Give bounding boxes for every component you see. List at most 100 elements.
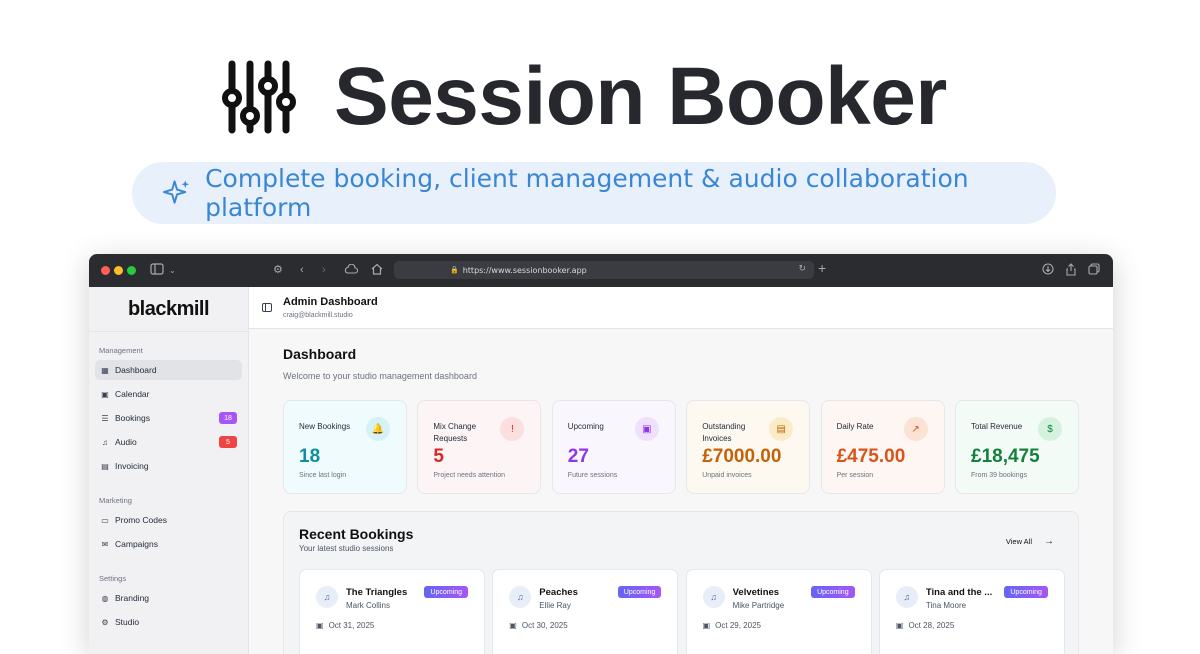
sidebar-item-label: Branding [115,593,150,603]
address-bar[interactable]: 🔒 https://www.sessionbooker.app ↻ [394,261,814,279]
stat-note: Future sessions [567,472,618,479]
stat-note: Per session [836,472,874,479]
sidebar-section-settings: Settings [99,574,127,583]
sidebar-item-bookings[interactable]: ☰ Bookings 18 [95,408,242,428]
booking-date-row: ▣ Oct 29, 2025 [703,621,761,630]
browser-toolbar: ⌄ ⚙ ‹ › 🔒 https://www.sessionbooker.app … [89,254,1113,287]
sidebar-item-label: Promo Codes [115,515,167,525]
close-window-button[interactable] [101,266,110,275]
music-icon: ♫ [702,586,725,608]
sidebar-section-management: Management [99,346,143,355]
panel-toggle-icon[interactable] [262,303,272,312]
booking-card[interactable]: ♫ Velvetines Mike Partridge Upcoming ▣ Oct 29… [685,569,872,654]
brand-logo[interactable]: blackmill [89,287,248,332]
stat-card[interactable]: Mix Change Requests! 5 Project needs atten… [417,400,542,494]
status-badge: Upcoming [617,586,662,598]
booking-date: Oct 29, 2025 [715,621,761,630]
sidebar-item-label: Audio [115,437,137,447]
music-icon: ♫ [895,586,918,608]
dollar-icon: $ [1038,417,1062,441]
home-icon[interactable] [371,263,383,275]
share-icon[interactable] [1065,263,1077,276]
hero-title-row: Session Booker [222,51,947,142]
header-user-email: craig@blackmill.studio [283,312,353,319]
hero-title: Session Booker [334,51,947,142]
gear-icon[interactable]: ⚙ [273,263,283,277]
booking-client: Mike Partridge [732,601,785,610]
header-title: Admin Dashboard [283,296,378,308]
cloud-icon[interactable] [344,264,358,274]
booking-client: Tina Moore [925,601,967,610]
page-subtitle: Welcome to your studio management dashbo… [283,371,477,381]
forward-icon[interactable]: › [322,263,326,277]
tabs-overview-icon[interactable] [1088,263,1100,275]
sidebar-item-label: Bookings [115,413,150,423]
sidebar-item-calendar[interactable]: ▣ Calendar [95,384,242,404]
stat-value: £475.00 [836,446,906,467]
booking-artist: The Triangles [346,587,408,598]
booking-date-row: ▣ Oct 30, 2025 [509,621,567,630]
stat-card[interactable]: Daily Rate ↗ £475.00 Per session [820,400,945,494]
chevron-down-icon[interactable]: ⌄ [169,264,176,278]
sidebar-toggle-icon[interactable] [150,263,164,275]
stat-label: Mix Change Requests [433,422,477,443]
stat-card[interactable]: New Bookings 🔔 18 Since last login [283,400,407,494]
sidebar-item-studio[interactable]: ⚙ Studio [95,612,242,632]
booking-artist: Peaches [539,587,578,598]
document-icon: ▤ [101,461,109,471]
calendar-icon: ▣ [101,389,109,399]
stat-card[interactable]: Upcoming ▣ 27 Future sessions [551,400,676,494]
page-title: Dashboard [283,346,357,362]
stat-note: Unpaid invoices [702,472,752,479]
booking-date-row: ▣ Oct 31, 2025 [316,621,374,630]
calendar-icon: ▣ [702,621,711,630]
sidebar-item-label: Campaigns [115,539,158,549]
stat-value: 5 [433,446,444,467]
calendar-icon: ▣ [509,621,517,630]
sidebar-section-marketing: Marketing [99,496,132,505]
booking-date: Oct 31, 2025 [328,621,375,630]
sidebar-item-audio[interactable]: ♫ Audio 5 [95,432,242,452]
sparkle-icon [162,180,190,204]
new-tab-icon[interactable]: + [818,261,826,275]
browser-window: ⌄ ⚙ ‹ › 🔒 https://www.sessionbooker.app … [89,254,1113,654]
view-all-button[interactable]: View All → [1006,536,1054,547]
mail-icon: ✉ [101,539,109,549]
view-all-label: View All [1005,537,1032,546]
sidebar: blackmill Management ▦ Dashboard ▣ Calen… [89,287,249,654]
gear-icon: ⚙ [101,617,109,627]
sidebar-item-promo-codes[interactable]: ▭ Promo Codes [95,510,242,530]
booking-date: Oct 30, 2025 [521,621,568,630]
back-icon[interactable]: ‹ [300,263,304,277]
calendar-icon: ▣ [895,621,904,630]
booking-card[interactable]: ♫ Peaches Ellie Ray Upcoming ▣ Oct 30, 2025 [492,569,679,654]
booking-card[interactable]: ♫ Tina and the ... Tina Moore Upcoming ▣ Oct … [878,569,1065,654]
stat-value: £7000.00 [702,446,782,467]
reload-icon[interactable]: ↻ [798,264,806,274]
minimize-window-button[interactable] [114,266,123,275]
sidebar-item-dashboard[interactable]: ▦ Dashboard [95,360,242,380]
alert-icon: ! [500,417,525,441]
sidebar-item-label: Calendar [115,389,150,399]
stat-card[interactable]: Outstanding Invoices ▤ £7000.00 Unpaid invo… [686,400,811,494]
booking-card[interactable]: ♫ The Triangles Mark Collins Upcoming ▣ Oct 3… [299,569,485,654]
booking-date-row: ▣ Oct 28, 2025 [896,621,954,630]
stat-value: 18 [299,446,321,467]
download-icon[interactable] [1042,263,1054,275]
status-badge: Upcoming [424,586,468,598]
lock-icon: 🔒 [450,266,459,274]
sidebar-item-branding[interactable]: ◍ Branding [95,588,242,608]
stat-value: £18,475 [971,446,1040,467]
sidebar-item-invoicing[interactable]: ▤ Invoicing [95,456,242,476]
sidebar-item-label: Studio [115,617,140,627]
booking-client: Ellie Ray [539,601,571,610]
stat-label: Upcoming [567,422,604,431]
tagline-text: Complete booking, client management & au… [205,164,969,222]
stat-card[interactable]: Total Revenue $ £18,475 From 39 bookings [955,400,1079,494]
booking-artist: Velvetines [732,587,780,598]
maximize-window-button[interactable] [127,266,136,275]
stat-note: From 39 bookings [971,472,1028,479]
sidebar-item-campaigns[interactable]: ✉ Campaigns [95,534,242,554]
status-badge: Upcoming [811,586,855,598]
list-icon: ☰ [101,413,109,423]
